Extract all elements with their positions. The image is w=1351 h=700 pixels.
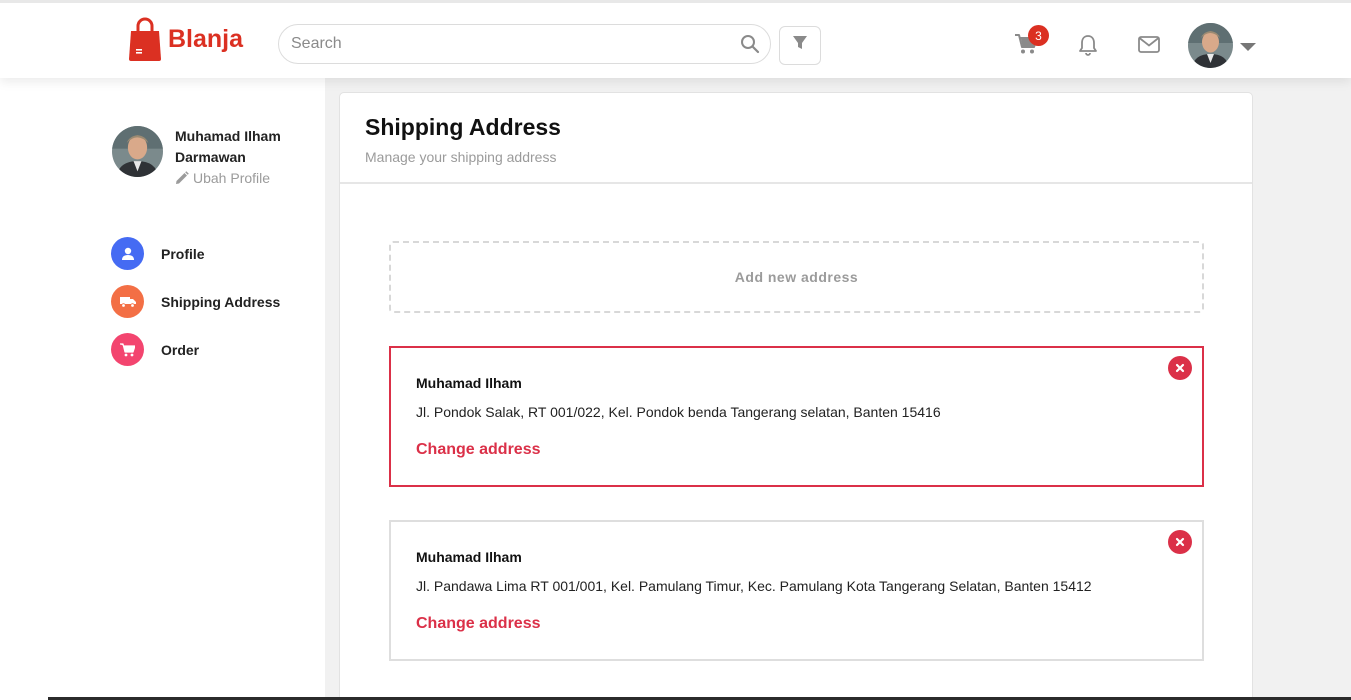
filter-icon xyxy=(792,35,808,56)
address-text: Jl. Pondok Salak, RT 001/022, Kel. Pondo… xyxy=(416,404,941,420)
page-title: Shipping Address xyxy=(365,114,561,140)
address-card[interactable]: Muhamad Ilham Jl. Pandawa Lima RT 001/00… xyxy=(389,520,1204,661)
sidebar-item-order[interactable]: Order xyxy=(111,333,199,366)
address-recipient-name: Muhamad Ilham xyxy=(416,549,522,565)
user-icon xyxy=(111,237,144,270)
card-header: Shipping Address Manage your shipping ad… xyxy=(340,93,1252,184)
sidebar: Muhamad Ilham Darmawan Ubah Profile Prof… xyxy=(0,78,325,700)
close-icon xyxy=(1175,537,1185,547)
cart-count-badge: 3 xyxy=(1028,25,1049,46)
sidebar-item-label: Order xyxy=(161,341,200,358)
brand-logo[interactable]: Blanja xyxy=(128,17,243,61)
close-icon xyxy=(1175,363,1185,373)
add-new-address-button[interactable]: Add new address xyxy=(389,241,1204,313)
edit-profile-link[interactable]: Ubah Profile xyxy=(175,170,270,186)
pencil-icon xyxy=(176,171,189,184)
profile-avatar xyxy=(112,126,163,177)
sidebar-item-profile[interactable]: Profile xyxy=(111,237,205,270)
change-address-link[interactable]: Change address xyxy=(416,615,540,633)
search-input[interactable] xyxy=(291,35,721,53)
avatar[interactable] xyxy=(1188,23,1233,68)
cart-icon xyxy=(111,333,144,366)
search-icon[interactable] xyxy=(740,34,760,59)
bell-icon[interactable] xyxy=(1078,34,1098,61)
mail-icon[interactable] xyxy=(1138,36,1160,58)
address-text: Jl. Pandawa Lima RT 001/001, Kel. Pamula… xyxy=(416,578,1092,594)
sidebar-item-shipping-address[interactable]: Shipping Address xyxy=(111,285,280,318)
sidebar-item-label: Shipping Address xyxy=(161,293,281,310)
truck-icon xyxy=(111,285,144,318)
shipping-address-card: Shipping Address Manage your shipping ad… xyxy=(339,92,1253,700)
page-subtitle: Manage your shipping address xyxy=(365,149,557,165)
edit-profile-label: Ubah Profile xyxy=(193,170,271,186)
top-navbar: Blanja 3 xyxy=(0,0,1351,78)
address-recipient-name: Muhamad Ilham xyxy=(416,375,522,391)
profile-name: Muhamad Ilham Darmawan xyxy=(175,128,281,165)
change-address-link[interactable]: Change address xyxy=(416,441,540,459)
delete-address-button[interactable] xyxy=(1168,356,1192,380)
address-card[interactable]: Muhamad Ilham Jl. Pondok Salak, RT 001/0… xyxy=(389,346,1204,487)
shopping-bag-icon xyxy=(128,17,162,61)
filter-button[interactable] xyxy=(779,26,821,65)
brand-name: Blanja xyxy=(168,24,244,53)
chevron-down-icon[interactable] xyxy=(1240,43,1256,51)
search-bar xyxy=(278,24,771,64)
delete-address-button[interactable] xyxy=(1168,530,1192,554)
sidebar-item-label: Profile xyxy=(161,245,205,262)
